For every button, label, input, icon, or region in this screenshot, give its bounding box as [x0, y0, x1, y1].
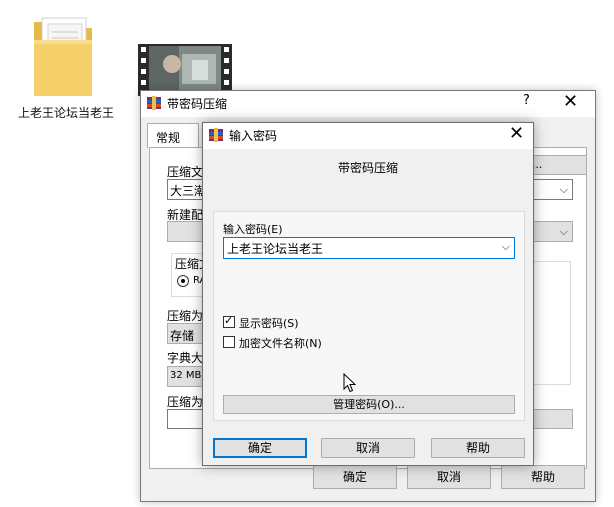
back-cancel-button[interactable]: 取消	[407, 465, 491, 489]
show-password-checkbox[interactable]	[223, 314, 235, 328]
password-label: 输入密码(E)	[223, 223, 283, 236]
cancel-button[interactable]: 取消	[321, 438, 415, 458]
dialog-heading: 带密码压缩	[337, 161, 398, 175]
archive-name-field[interactable]: 大三潮	[167, 179, 207, 200]
dictionary-size-label: 字典大	[167, 351, 204, 365]
password-input[interactable]: 上老王论坛当老王 ⌵	[223, 237, 515, 259]
chevron-down-icon[interactable]: ⌵	[502, 240, 510, 254]
dialog-title: 输入密码	[229, 129, 278, 143]
winrar-logo-icon	[209, 128, 223, 142]
tab-general[interactable]: 常规	[147, 123, 199, 148]
dictionary-size-select[interactable]: 32 MB	[167, 366, 207, 387]
ok-button[interactable]: 确定	[213, 438, 307, 458]
winrar-logo-icon	[147, 96, 161, 110]
folder-label: 上老王论坛当老王	[17, 106, 114, 120]
dialog-title-bar: 输入密码 ✕	[203, 123, 533, 149]
profile-select[interactable]	[167, 221, 207, 242]
close-icon[interactable]: ✕	[563, 91, 578, 112]
encrypt-filenames-checkbox[interactable]	[223, 336, 235, 348]
folder-icon[interactable]	[28, 14, 98, 100]
tab-general-label: 常规	[156, 131, 181, 145]
encrypt-filenames-label[interactable]: 加密文件名称(N)	[239, 335, 322, 351]
chevron-down-icon: ⌵	[559, 225, 568, 238]
back-help-button[interactable]: 帮助	[501, 465, 585, 489]
rar-radio[interactable]	[177, 275, 189, 287]
password-dialog: 输入密码 ✕ 带密码压缩 输入密码(E) 上老王论坛当老王 ⌵ 显示密码(S) …	[202, 122, 534, 466]
chevron-down-icon: ⌵	[559, 183, 568, 196]
help-button[interactable]: 帮助	[431, 438, 525, 458]
show-password-label[interactable]: 显示密码(S)	[239, 315, 299, 331]
dictionary-size-value: 32 MB	[170, 370, 202, 381]
right-field[interactable]	[533, 409, 573, 429]
title-bar: 带密码压缩 ? ✕	[141, 91, 595, 117]
help-icon[interactable]: ?	[523, 93, 530, 108]
video-thumbnail-icon[interactable]	[138, 44, 232, 96]
manage-passwords-button[interactable]: 管理密码(O)...	[223, 395, 515, 414]
compression-method-value: 存储	[170, 329, 195, 343]
window-title: 带密码压缩	[167, 97, 228, 111]
archive-name-label: 压缩文	[167, 165, 204, 179]
compression-method-select[interactable]: 存储	[167, 323, 207, 344]
split-label: 压缩为	[167, 395, 204, 409]
password-value: 上老王论坛当老王	[227, 242, 324, 256]
mouse-cursor-icon	[343, 372, 357, 393]
compression-method-label: 压缩为	[167, 309, 204, 323]
back-ok-button[interactable]: 确定	[313, 465, 397, 489]
close-icon[interactable]: ✕	[509, 123, 524, 144]
split-volume-field[interactable]	[167, 409, 207, 429]
archive-name-value: 大三潮	[170, 184, 207, 198]
